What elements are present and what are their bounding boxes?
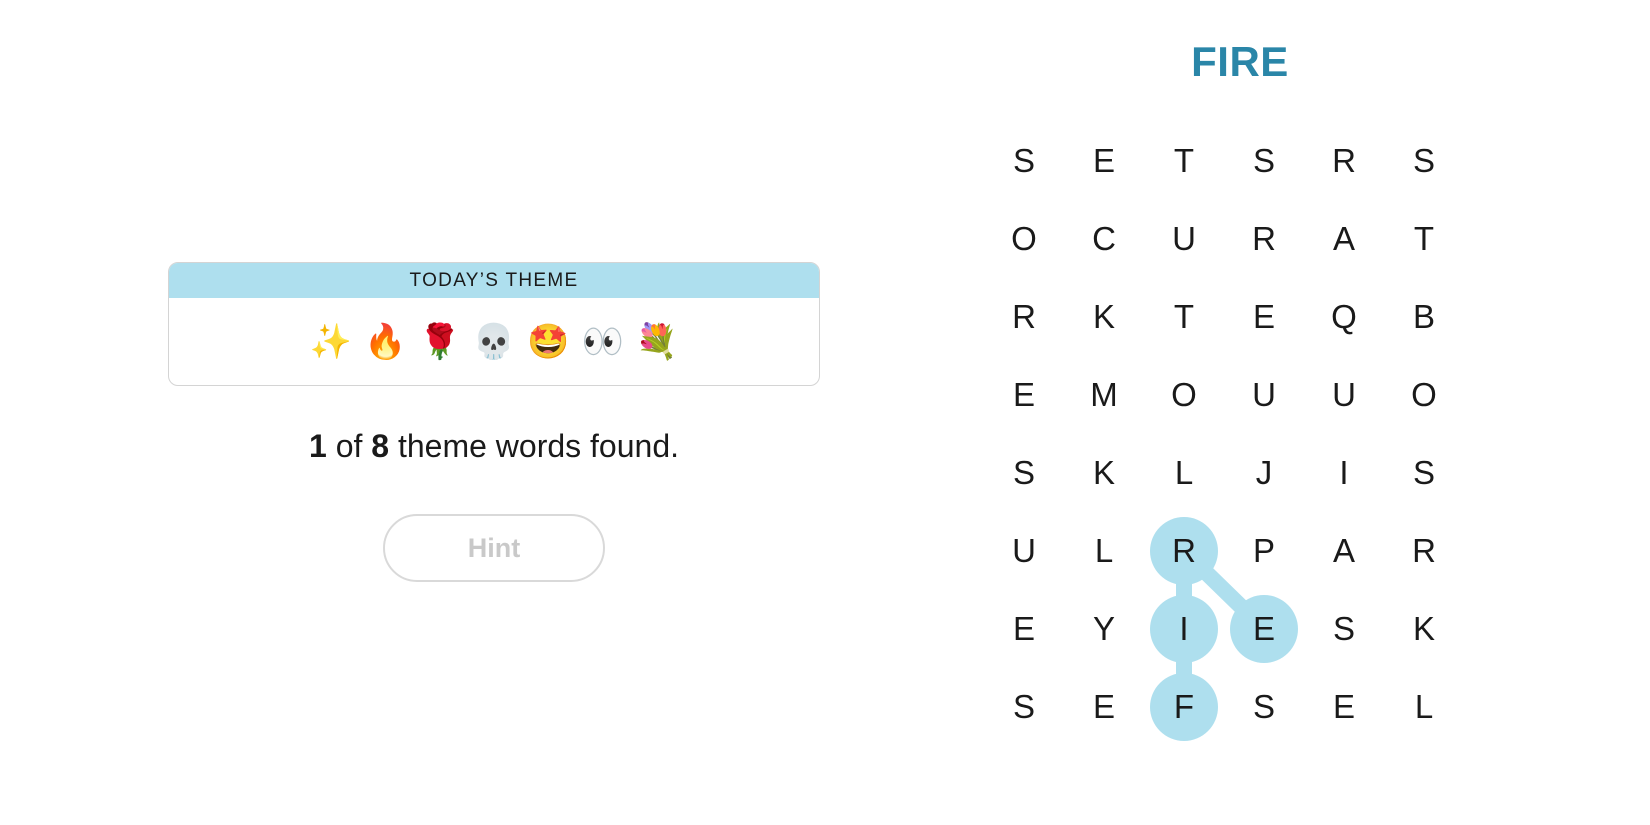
letter-cell[interactable]: M (1070, 361, 1138, 429)
letter-cell[interactable]: O (1390, 361, 1458, 429)
letter-cell[interactable]: T (1150, 283, 1218, 351)
letter-cell[interactable]: L (1150, 439, 1218, 507)
letter-cell[interactable]: U (1150, 205, 1218, 273)
progress-text: 1 of 8 theme words found. (168, 428, 820, 465)
letter-cell[interactable]: T (1390, 205, 1458, 273)
letter-cell[interactable]: R (1310, 127, 1378, 195)
letter-cell[interactable]: P (1230, 517, 1298, 585)
theme-card: TODAY’S THEME ✨ 🔥 🌹 💀 🤩 👀 💐 (168, 262, 820, 386)
letter-cell[interactable]: K (1070, 283, 1138, 351)
letter-cell[interactable]: R (990, 283, 1058, 351)
letter-cell[interactable]: A (1310, 205, 1378, 273)
letter-cell[interactable]: J (1230, 439, 1298, 507)
current-word: FIRE (1191, 38, 1289, 85)
letter-cell[interactable]: E (1310, 673, 1378, 741)
letter-cell[interactable]: U (1310, 361, 1378, 429)
theme-emoji-row: ✨ 🔥 🌹 💀 🤩 👀 💐 (169, 298, 819, 385)
theme-emoji: ✨ (309, 322, 353, 361)
theme-emoji: 🔥 (364, 322, 407, 361)
letter-grid: SETSRSOCURATRKTEQBEMOUUOSKLJISULRPAREYIE… (990, 127, 1470, 783)
letter-cell[interactable]: E (1070, 127, 1138, 195)
letter-cell[interactable]: L (1070, 517, 1138, 585)
letter-cell[interactable]: S (1390, 439, 1458, 507)
letter-cell[interactable]: I (1310, 439, 1378, 507)
theme-emoji: 🤩 (527, 322, 570, 361)
letter-cell[interactable]: O (990, 205, 1058, 273)
theme-emoji: 💐 (635, 322, 679, 361)
letter-cell[interactable]: E (1230, 283, 1298, 351)
letter-cell[interactable]: E (1070, 673, 1138, 741)
theme-header: TODAY’S THEME (169, 263, 819, 298)
game-page: TODAY’S THEME ✨ 🔥 🌹 💀 🤩 👀 💐 1 of 8 theme words… (0, 0, 1650, 825)
letter-cell[interactable]: O (1150, 361, 1218, 429)
letter-cell-selected[interactable]: R (1150, 517, 1218, 585)
letter-cell[interactable]: B (1390, 283, 1458, 351)
letter-cell[interactable]: A (1310, 517, 1378, 585)
letter-cell[interactable]: S (990, 127, 1058, 195)
letter-cell[interactable]: U (990, 517, 1058, 585)
letter-cell-selected[interactable]: I (1150, 595, 1218, 663)
found-count: 1 (309, 428, 327, 464)
letter-cell[interactable]: U (1230, 361, 1298, 429)
letter-cell[interactable]: E (990, 595, 1058, 663)
letter-cell-selected[interactable]: F (1150, 673, 1218, 741)
theme-emoji: 💀 (472, 322, 516, 361)
letter-cell[interactable]: E (990, 361, 1058, 429)
letter-cell-selected[interactable]: E (1230, 595, 1298, 663)
theme-emoji: 🌹 (418, 322, 461, 361)
letter-cell[interactable]: C (1070, 205, 1138, 273)
letter-cell[interactable]: K (1070, 439, 1138, 507)
theme-emoji: 👀 (581, 322, 624, 361)
letter-cell[interactable]: Y (1070, 595, 1138, 663)
letter-cell[interactable]: Q (1310, 283, 1378, 351)
letter-cell[interactable]: S (1230, 127, 1298, 195)
letter-cell[interactable]: L (1390, 673, 1458, 741)
letter-cell[interactable]: S (990, 439, 1058, 507)
letter-cell[interactable]: T (1150, 127, 1218, 195)
letter-cell[interactable]: S (990, 673, 1058, 741)
letter-cell[interactable]: K (1390, 595, 1458, 663)
letter-cell[interactable]: S (1390, 127, 1458, 195)
of-label: of (335, 428, 363, 464)
letter-cell[interactable]: R (1230, 205, 1298, 273)
letter-cell[interactable]: S (1230, 673, 1298, 741)
progress-suffix: theme words found. (397, 428, 679, 464)
hint-button[interactable]: Hint (383, 514, 605, 582)
total-count: 8 (371, 428, 390, 464)
letter-cell[interactable]: R (1390, 517, 1458, 585)
letter-cell[interactable]: S (1310, 595, 1378, 663)
